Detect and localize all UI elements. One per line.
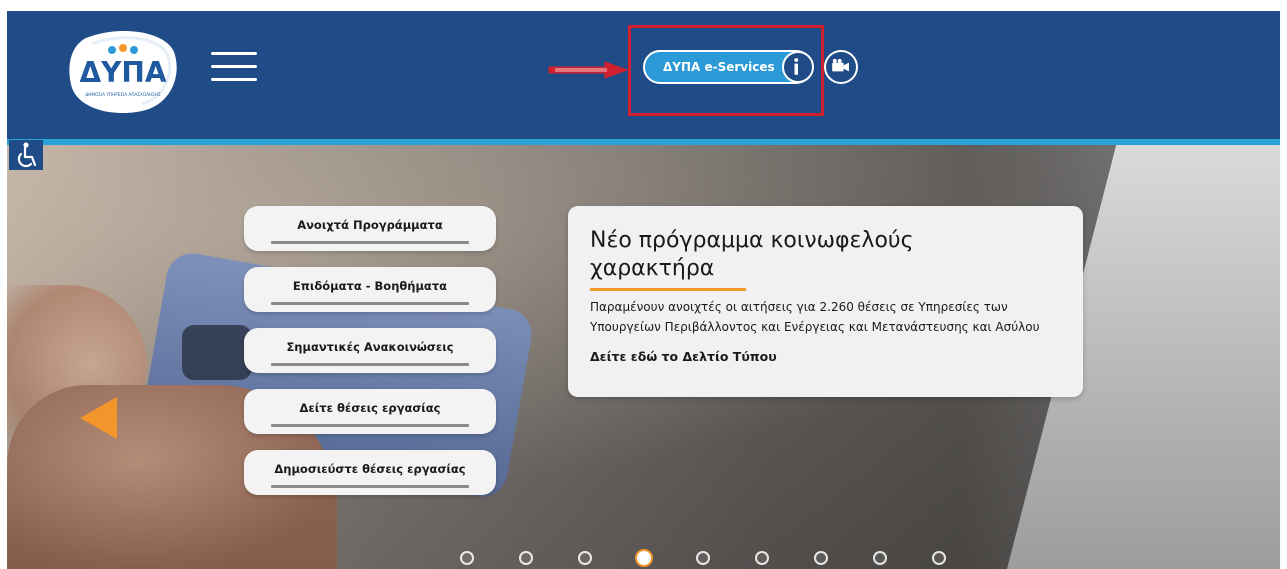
- prev-arrow-icon[interactable]: [79, 396, 118, 440]
- news-title: Νέο πρόγραμμα κοινωφελούς χαρακτήρα: [590, 228, 914, 281]
- quick-link-open-programs[interactable]: Ανοιχτά Προγράμματα: [244, 206, 496, 251]
- hamburger-icon-bar: [211, 52, 257, 55]
- hamburger-menu-button[interactable]: [211, 50, 257, 82]
- carousel-dot[interactable]: [696, 551, 710, 565]
- quick-link-view-jobs[interactable]: Δείτε θέσεις εργασίας: [244, 389, 496, 434]
- carousel-dot[interactable]: [460, 551, 474, 565]
- carousel-dot[interactable]: [578, 551, 592, 565]
- logo-icon[interactable]: ΔΥΠΑ ΔΗΜΟΣΙΑ ΥΠΗΡΕΣΙΑ ΑΠΑΣΧΟΛΗΣΗΣ: [66, 30, 181, 113]
- quick-link-label: Επιδόματα - Βοηθήματα: [292, 279, 448, 293]
- annotation-arrow-icon: [548, 61, 629, 79]
- carousel-dot[interactable]: [635, 549, 653, 567]
- logo-subtext: ΔΗΜΟΣΙΑ ΥΠΗΡΕΣΙΑ ΑΠΑΣΧΟΛΗΣΗΣ: [85, 92, 161, 97]
- carousel-dot[interactable]: [755, 551, 769, 565]
- quick-link-label: Σημαντικές Ανακοινώσεις: [286, 340, 454, 354]
- news-press-release-link[interactable]: Δείτε εδώ το Δελτίο Τύπου: [590, 349, 777, 364]
- quick-link-benefits[interactable]: Επιδόματα - Βοηθήματα: [244, 267, 496, 312]
- carousel-dot[interactable]: [814, 551, 828, 565]
- news-body: Παραμένουν ανοιχτές οι αιτήσεις για 2.26…: [590, 300, 1040, 334]
- logo-text: ΔΥΠΑ: [79, 56, 166, 89]
- page: ΔΥΠΑ ΔΗΜΟΣΙΑ ΥΠΗΡΕΣΙΑ ΑΠΑΣΧΟΛΗΣΗΣ ΔΥΠΑ e…: [0, 0, 1287, 569]
- carousel-dot[interactable]: [519, 551, 533, 565]
- carousel-dot[interactable]: [873, 551, 887, 565]
- hamburger-icon-bar: [211, 65, 257, 68]
- annotation-highlight-box: [628, 25, 824, 116]
- hamburger-icon-bar: [211, 78, 257, 81]
- quick-link-post-jobs[interactable]: Δημοσιεύστε θέσεις εργασίας: [244, 450, 496, 495]
- quick-link-announcements[interactable]: Σημαντικές Ανακοινώσεις: [244, 328, 496, 373]
- quick-link-label: Δημοσιεύστε θέσεις εργασίας: [274, 462, 466, 476]
- news-card: Νέο πρόγραμμα κοινωφελούς χαρακτήρα Παρα…: [568, 206, 1083, 397]
- carousel-dot[interactable]: [932, 551, 946, 565]
- video-camera-icon[interactable]: [824, 50, 858, 84]
- quick-link-label: Δείτε θέσεις εργασίας: [299, 401, 441, 415]
- quick-link-label: Ανοιχτά Προγράμματα: [297, 218, 443, 232]
- accessibility-icon[interactable]: [9, 140, 43, 170]
- news-title-underline: [590, 288, 746, 291]
